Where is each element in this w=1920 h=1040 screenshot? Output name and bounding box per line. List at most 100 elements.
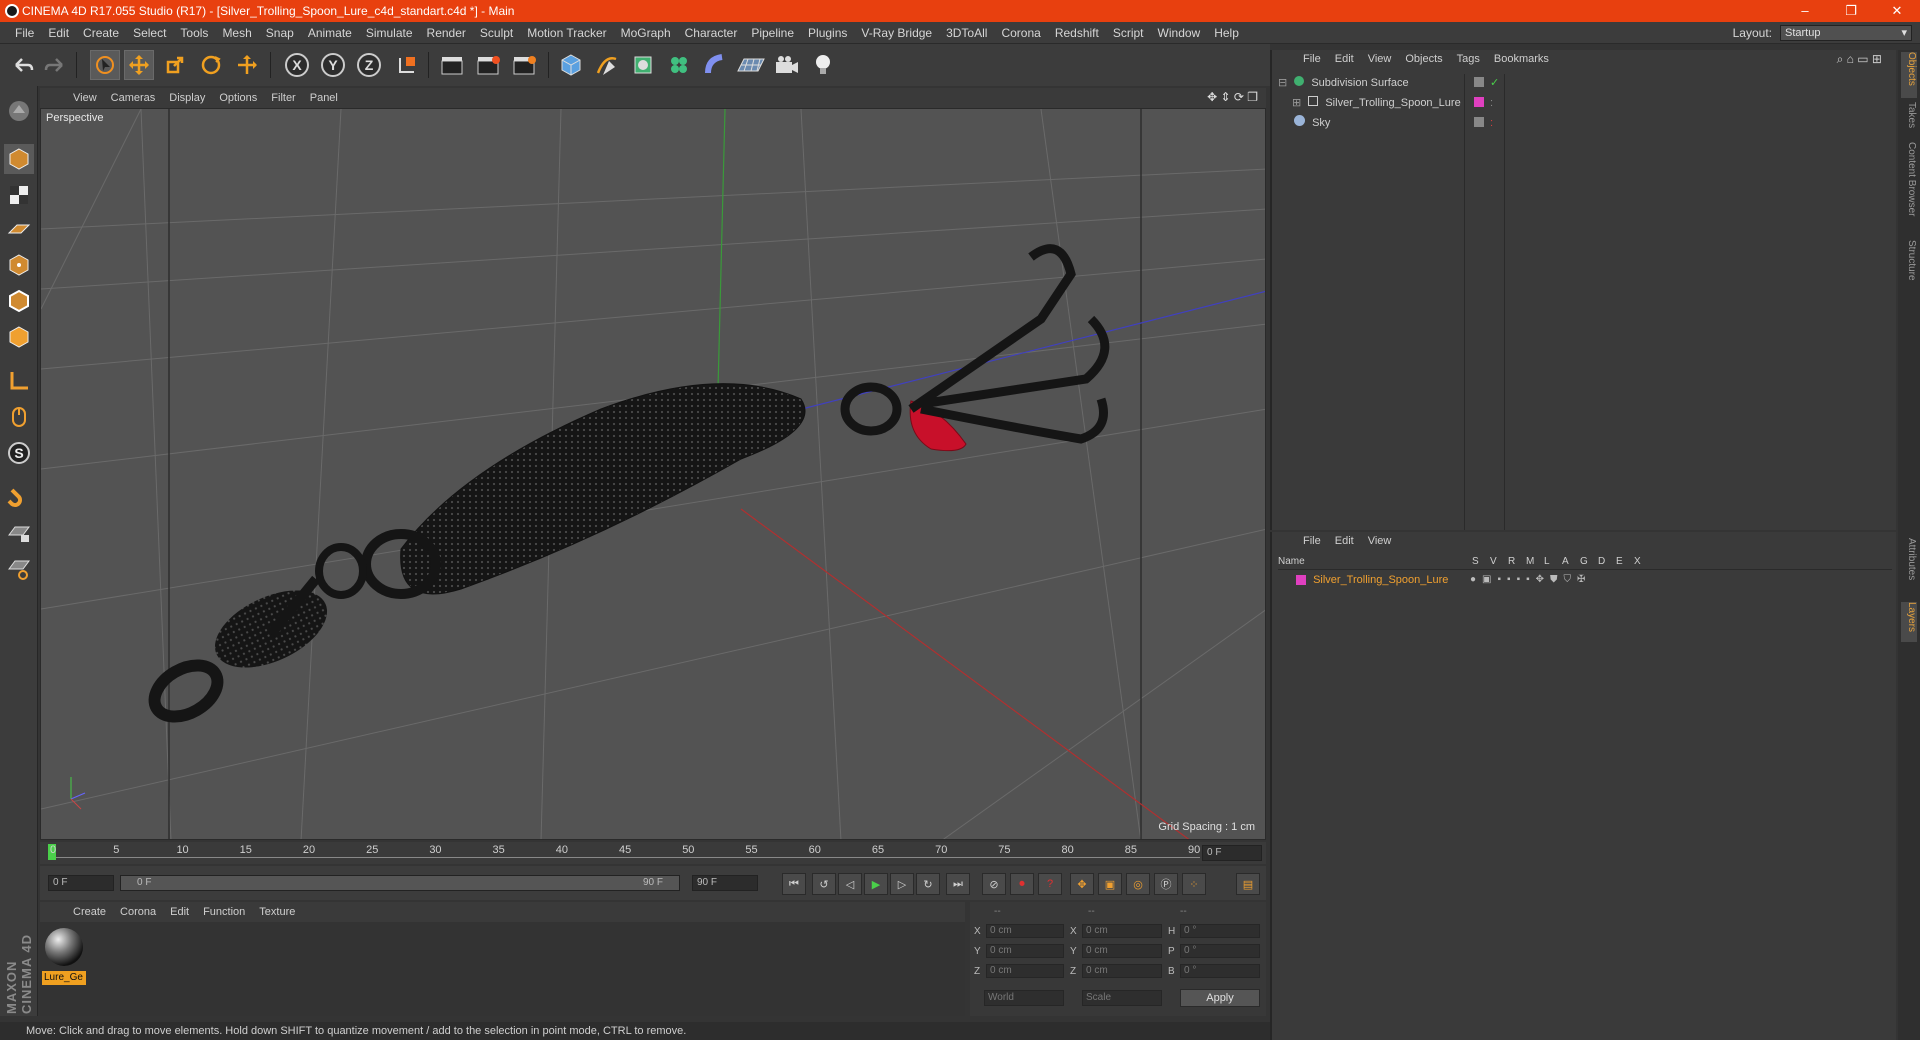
deformer-button[interactable] [700,50,730,80]
coordinate-mode-select[interactable]: World [984,990,1064,1006]
menu-render[interactable]: Render [420,26,473,40]
model-mode-button[interactable] [4,144,34,174]
subdivision-surface-button[interactable] [628,50,658,80]
go-to-start-button[interactable]: ⏮ [782,873,806,895]
size-y-field[interactable]: 0 cm [1082,944,1162,958]
objects-menu-tags[interactable]: Tags [1450,53,1487,65]
record-keys-button[interactable]: ⊘ [982,873,1006,895]
auto-key-button[interactable]: ⏺ [1010,873,1034,895]
menu-create[interactable]: Create [76,26,126,40]
planar-workplane-button[interactable] [4,554,34,584]
position-y-field[interactable]: 0 cm [986,944,1064,958]
magnet-button[interactable] [4,482,34,512]
x-axis-lock-button[interactable]: X [282,50,312,80]
key-param-button[interactable]: Ⓟ [1154,873,1178,895]
move-tool-button[interactable] [124,50,154,80]
layers-menu-edit[interactable]: Edit [1328,535,1361,547]
snap-button[interactable]: S [4,438,34,468]
position-x-field[interactable]: 0 cm [986,924,1064,938]
menu-vray-bridge[interactable]: V-Ray Bridge [854,26,939,40]
menu-simulate[interactable]: Simulate [359,26,420,40]
go-to-end-button[interactable]: ⏭ [946,873,970,895]
apply-button[interactable]: Apply [1180,989,1260,1007]
layer-toggle-icons[interactable]: ●▣▪▪▪▪✥⛊⛉✠ [1470,572,1591,588]
menu-select[interactable]: Select [126,26,173,40]
menu-window[interactable]: Window [1151,26,1208,40]
menu-help[interactable]: Help [1207,26,1246,40]
visibility-dots-icon[interactable]: : [1490,114,1493,132]
key-rotation-button[interactable]: ◎ [1126,873,1150,895]
tweak-mode-button[interactable] [4,402,34,432]
objects-menu-objects[interactable]: Objects [1398,53,1449,65]
lock-workplane-button[interactable] [4,518,34,548]
menu-file[interactable]: File [8,26,41,40]
render-view-button[interactable] [438,50,468,80]
material-menu-texture[interactable]: Texture [252,906,302,918]
workplane-mode-button[interactable] [4,214,34,244]
end-frame-field[interactable]: 90 F [692,875,758,891]
size-z-field[interactable]: 0 cm [1082,964,1162,978]
tab-layers[interactable]: Layers [1901,602,1917,642]
render-picture-viewer-button[interactable] [474,50,504,80]
menu-character[interactable]: Character [678,26,745,40]
viewport-menu-filter[interactable]: Filter [264,92,302,104]
texture-mode-button[interactable] [4,180,34,210]
tab-content-browser[interactable]: Content Browser [1901,142,1917,234]
start-frame-field[interactable]: 0 F [48,875,114,891]
render-settings-button[interactable] [510,50,540,80]
next-frame-button[interactable]: ▷ [890,873,914,895]
coordinate-system-button[interactable] [392,50,422,80]
frame-range-slider[interactable]: 0 F 90 F [120,875,680,891]
timeline-window-button[interactable]: ▤ [1236,873,1260,895]
minimize-button[interactable]: – [1782,0,1828,22]
play-button[interactable]: ▶ [864,873,888,895]
key-scale-button[interactable]: ▣ [1098,873,1122,895]
rotation-h-field[interactable]: 0 ° [1180,924,1260,938]
layers-menu-file[interactable]: File [1296,535,1328,547]
cloner-button[interactable] [664,50,694,80]
object-row-lure[interactable]: ⊞ Silver_Trolling_Spoon_Lure : [1278,94,1892,112]
material-swatch[interactable]: Lure_Ge [42,926,86,985]
viewport-perspective[interactable]: Perspective Grid Spacing : 1 cm [40,108,1266,840]
visibility-icon[interactable] [1474,117,1484,127]
prev-frame-button[interactable]: ◁ [838,873,862,895]
object-manager-tool-icons[interactable]: ⌕ ⌂ ▭ ⊞ [1837,52,1882,67]
menu-script[interactable]: Script [1106,26,1151,40]
menu-sculpt[interactable]: Sculpt [473,26,520,40]
menu-mesh[interactable]: Mesh [215,26,258,40]
layer-color-icon[interactable] [1474,97,1484,107]
key-pla-button[interactable]: ⁘ [1182,873,1206,895]
floor-button[interactable] [736,50,766,80]
rotation-p-field[interactable]: 0 ° [1180,944,1260,958]
tab-objects[interactable]: Objects [1901,52,1917,98]
keyframe-selection-button[interactable]: ? [1038,873,1062,895]
layers-menu-view[interactable]: View [1361,535,1399,547]
objects-menu-bookmarks[interactable]: Bookmarks [1487,53,1556,65]
menu-edit[interactable]: Edit [41,26,76,40]
layer-color-swatch[interactable] [1296,575,1306,586]
tab-takes[interactable]: Takes [1901,102,1917,136]
y-axis-lock-button[interactable]: Y [318,50,348,80]
menu-pipeline[interactable]: Pipeline [744,26,801,40]
timeline-ruler[interactable]: 0 5 10 15 20 25 30 35 40 45 50 55 60 65 … [40,842,1266,864]
viewport-nav-icons[interactable]: ✥ ⇕ ⟳ ❐ [1207,90,1258,104]
objects-menu-view[interactable]: View [1361,53,1399,65]
points-mode-button[interactable] [4,250,34,280]
objects-menu-file[interactable]: File [1296,53,1328,65]
viewport-menu-options[interactable]: Options [212,92,264,104]
polygons-mode-button[interactable] [4,322,34,352]
menu-mograph[interactable]: MoGraph [614,26,678,40]
light-button[interactable] [808,50,838,80]
spline-pen-button[interactable] [592,50,622,80]
menu-3dtoall[interactable]: 3DToAll [939,26,994,40]
edges-mode-button[interactable] [4,286,34,316]
undo-button[interactable] [8,50,38,80]
current-frame-field[interactable]: 0 F [1202,845,1262,861]
viewport-menu-view[interactable]: View [66,92,104,104]
layout-select[interactable]: Startup ▾ [1780,25,1912,41]
next-key-button[interactable]: ↻ [916,873,940,895]
objects-menu-edit[interactable]: Edit [1328,53,1361,65]
object-row-subdivision-surface[interactable]: ⊟ Subdivision Surface ✓ [1278,74,1892,92]
material-menu-function[interactable]: Function [196,906,252,918]
tab-structure[interactable]: Structure [1901,240,1917,298]
